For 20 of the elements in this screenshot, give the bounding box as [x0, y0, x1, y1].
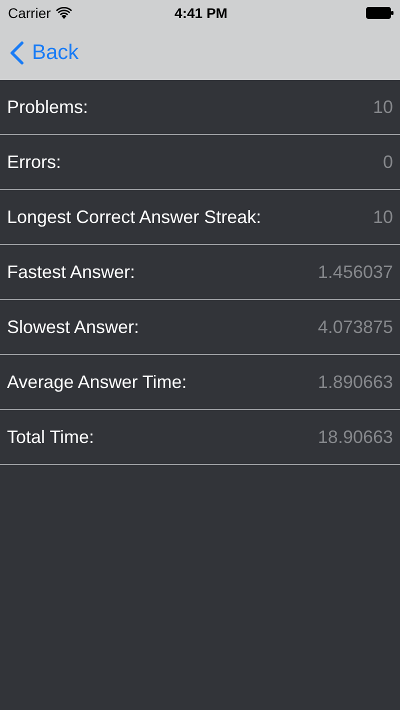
stat-value: 1.456037: [318, 262, 393, 282]
stat-value: 1.890663: [318, 372, 393, 392]
stat-label: Average Answer Time:: [7, 372, 187, 392]
stat-label: Problems:: [7, 96, 88, 118]
back-button[interactable]: Back: [10, 41, 79, 65]
stat-label: Fastest Answer:: [7, 262, 136, 282]
battery-icon: [366, 7, 394, 19]
wifi-icon: [56, 7, 72, 19]
stat-value: 10: [372, 96, 393, 118]
stat-value: 0: [382, 152, 393, 172]
status-time: 4:41 PM: [174, 5, 228, 21]
stat-label: Total Time:: [7, 426, 94, 448]
chevron-left-icon: [10, 41, 24, 65]
carrier-label: Carrier: [8, 5, 51, 21]
stat-label: Errors:: [7, 152, 61, 172]
stat-label: Slowest Answer:: [7, 316, 140, 338]
stat-value: 18.90663: [318, 426, 393, 448]
stat-value: 10: [372, 206, 393, 228]
stat-label: Longest Correct Answer Streak:: [7, 206, 262, 228]
stat-value: 4.073875: [318, 316, 393, 338]
